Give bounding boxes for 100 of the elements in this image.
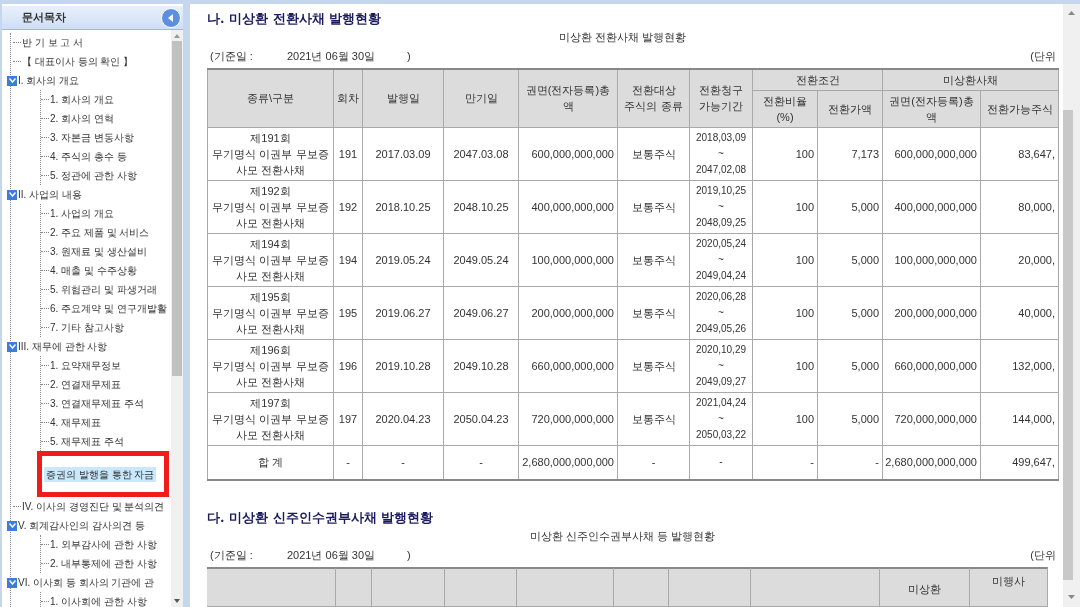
table-cell: 2018,03,09 ~ 2047,02,08 [689, 127, 753, 180]
tree-item[interactable]: 반 기 보 고 서 [22, 35, 84, 50]
table-cell: 80,000, [980, 180, 1059, 233]
table-caption: 미상환 전환사채 발행현황 [558, 30, 687, 45]
table-cell: 196 [333, 339, 363, 392]
table-cell: 보통주식 [617, 286, 690, 339]
table-cell: 2017.03.09 [362, 127, 444, 180]
collapse-icon[interactable] [7, 189, 17, 200]
table-cell: 보통주식 [617, 339, 690, 392]
tree-item[interactable]: 4. 주식의 총수 등 [50, 149, 127, 164]
tree-item[interactable]: I. 회사의 개요 [18, 73, 80, 88]
tree-item[interactable]: III. 재무에 관한 사항 [18, 339, 108, 354]
tree-item[interactable]: 1. 요약재무정보 [50, 358, 122, 373]
table-cell: 100 [752, 339, 818, 392]
tree-item[interactable]: 2. 연결재무제표 [50, 377, 122, 392]
column-header: 권면(전자등록)총 액 [518, 69, 618, 127]
collapse-button[interactable] [161, 7, 181, 28]
total-cell: 499,647, [980, 445, 1059, 480]
tree-item[interactable]: 6. 주요계약 및 연구개발활 [50, 301, 167, 316]
collapse-icon[interactable] [7, 75, 17, 86]
tree-item[interactable]: IV. 이사의 경영진단 및 분석의견 [22, 499, 165, 514]
table-cell: 5,000 [817, 180, 883, 233]
table-cell: 2019.06.27 [362, 286, 444, 339]
table-cell: 2047.03.08 [443, 127, 519, 180]
table-cell: 2020,10,29 ~ 2049,09,27 [689, 339, 753, 392]
table-cell: 144,000, [980, 392, 1059, 445]
table-cell: 100,000,000,000 [882, 233, 981, 286]
table-cell: 보통주식 [617, 127, 690, 180]
table-cell: 2019.05.24 [362, 233, 444, 286]
scrollbar[interactable] [171, 30, 183, 607]
column-header: 회차 [333, 69, 363, 127]
tree-item[interactable]: 3. 연결재무제표 주석 [50, 396, 144, 411]
table-cell: 5,000 [817, 286, 883, 339]
table-cell: 보통주식 [617, 233, 690, 286]
column-group-header: 미상환사채 [882, 69, 1059, 90]
date-close: ) [407, 547, 411, 563]
table-cell: 720,000,000,000 [518, 392, 618, 445]
tree-item[interactable]: 【 대표이사 등의 확인 】 [22, 54, 134, 69]
table-cell: 제192회 무기명식 이권부 무보증 사모 전환사채 [207, 180, 334, 233]
tree-item[interactable]: 1. 회사의 개요 [50, 92, 114, 107]
scroll-up-icon[interactable] [174, 34, 180, 38]
header-cell [335, 567, 372, 607]
tree-item[interactable]: 3. 원재료 및 생산설비 [50, 244, 147, 259]
tree-item[interactable]: 1. 사업의 개요 [50, 206, 114, 221]
column-header: 전환비율 (%) [752, 90, 818, 127]
scroll-up-icon[interactable] [1068, 11, 1075, 15]
tree-item[interactable]: 3. 자본금 변동사항 [50, 130, 134, 145]
column-header: 권면(전자등록)총 액 [882, 90, 981, 127]
table-cell: 제194회 무기명식 이권부 무보증 사모 전환사채 [207, 233, 334, 286]
tree-item[interactable]: 증권의 발행을 통한 자금 [44, 466, 157, 482]
tree-item[interactable]: 5. 재무제표 주석 [50, 434, 124, 449]
total-cell: - [817, 445, 883, 480]
collapse-icon[interactable] [7, 577, 17, 588]
total-cell: 합 계 [207, 445, 334, 480]
header-cell [613, 567, 669, 607]
table-cell: 제196회 무기명식 이권부 무보증 사모 전환사채 [207, 339, 334, 392]
table-cell: 191 [333, 127, 363, 180]
tree-item[interactable]: 5. 정관에 관한 사항 [50, 168, 137, 183]
scrollbar-thumb[interactable] [1063, 110, 1073, 580]
tree-item[interactable]: VI. 이사회 등 회사의 기관에 관 [18, 575, 155, 590]
table-cell: 2048.10.25 [443, 180, 519, 233]
tree-item[interactable]: 2. 주요 제품 및 서비스 [50, 225, 150, 240]
table-cell: 2049.10.28 [443, 339, 519, 392]
total-cell: - [617, 445, 690, 480]
date-label: (기준일 : [210, 547, 254, 563]
table-cell: 100 [752, 127, 818, 180]
tree-item[interactable]: 1. 외부감사에 관한 사항 [50, 537, 157, 552]
scroll-down-icon[interactable] [174, 599, 180, 603]
table-cell: 2050.04.23 [443, 392, 519, 445]
tree-item[interactable]: II. 사업의 내용 [18, 187, 82, 202]
table-cell: 2020,05,24 ~ 2049,04,24 [689, 233, 753, 286]
date-value: 2021년 06월 30일 [287, 547, 377, 563]
collapse-icon[interactable] [7, 341, 17, 352]
tree-item[interactable]: 5. 위험관리 및 파생거래 [50, 282, 157, 297]
table-cell: 제197회 무기명식 이권부 무보증 사모 전환사채 [207, 392, 334, 445]
section-title: 나. 미상환 전환사채 발행현황 [207, 10, 383, 28]
scrollbar[interactable] [1063, 4, 1080, 607]
tree-item[interactable]: 7. 기타 참고사항 [50, 320, 124, 335]
tree-item[interactable]: 4. 재무제표 [50, 415, 102, 430]
column-header: 전환가능주식 [980, 90, 1059, 127]
table-cell: 83,647, [980, 127, 1059, 180]
tree-item[interactable]: 1. 이사회에 관한 사항 [50, 594, 147, 607]
triangle-left-icon [168, 13, 174, 22]
tree-item[interactable]: 2. 내부통제에 관한 사항 [50, 556, 157, 571]
table-cell: 132,000, [980, 339, 1059, 392]
table-cell: 100 [752, 180, 818, 233]
column-header: 발행일 [362, 69, 444, 127]
collapse-icon[interactable] [7, 520, 17, 531]
tree-item[interactable]: 2. 회사의 연혁 [50, 111, 114, 126]
table-cell: 200,000,000,000 [518, 286, 618, 339]
table-cell: 2020,06,28 ~ 2049,05,26 [689, 286, 753, 339]
total-cell: - [333, 445, 363, 480]
tree-item[interactable]: V. 회계감사인의 감사의견 등 [18, 518, 145, 533]
table-cell: 보통주식 [617, 392, 690, 445]
column-header: 종류\구분 [207, 69, 334, 127]
scroll-down-icon[interactable] [1068, 595, 1075, 599]
total-cell: - [443, 445, 519, 480]
date-value: 2021년 06월 30일 [287, 48, 377, 64]
tree-item[interactable]: 4. 매출 및 수주상황 [50, 263, 137, 278]
scrollbar-thumb[interactable] [172, 41, 182, 376]
